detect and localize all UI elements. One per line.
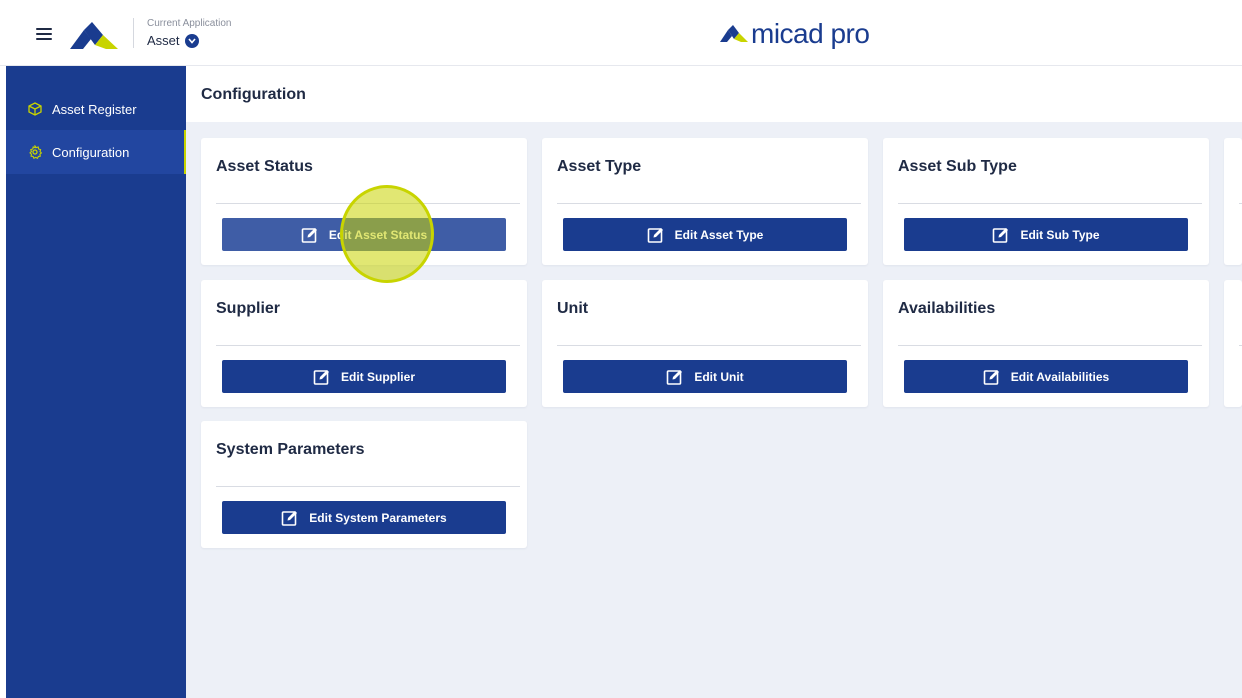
sidebar-item-configuration[interactable]: Configuration (6, 130, 186, 174)
card-partial (1224, 280, 1242, 407)
sidebar-item-label: Configuration (52, 144, 130, 160)
edit-supplier-button[interactable]: Edit Supplier (222, 360, 506, 393)
edit-system-parameters-button[interactable]: Edit System Parameters (222, 501, 506, 534)
button-label: Edit Supplier (340, 369, 415, 384)
current-application-label: Current Application (147, 18, 232, 29)
card-title: Unit (557, 300, 589, 317)
card-partial (1224, 138, 1242, 265)
edit-asset-type-button[interactable]: Edit Asset Type (563, 218, 847, 251)
header-divider (133, 18, 134, 48)
edit-icon (993, 227, 1009, 243)
button-label: Edit Sub Type (1020, 227, 1100, 242)
app-logo (70, 22, 118, 49)
sidebar-item-asset-register[interactable]: Asset Register (6, 87, 186, 131)
card-divider (557, 203, 861, 204)
edit-icon (983, 369, 999, 385)
cube-icon (28, 102, 42, 116)
page-title: Configuration (201, 86, 306, 103)
card-divider (557, 345, 861, 346)
button-label: Edit System Parameters (309, 510, 447, 525)
edit-unit-button[interactable]: Edit Unit (563, 360, 847, 393)
chevron-down-icon (184, 33, 199, 48)
gear-icon (29, 145, 42, 159)
card-unit: Unit Edit Unit (542, 280, 868, 407)
page-header: Configuration (186, 66, 1242, 122)
card-supplier: Supplier Edit Supplier (201, 280, 527, 407)
card-asset-sub-type: Asset Sub Type Edit Sub Type (883, 138, 1209, 265)
card-divider (216, 486, 520, 487)
edit-icon (647, 227, 663, 243)
card-title: System Parameters (216, 441, 365, 458)
brand-mark-icon (720, 25, 748, 42)
current-application-name: Asset (147, 33, 180, 48)
edit-asset-status-button[interactable]: Edit Asset Status (222, 218, 506, 251)
card-title: Asset Status (216, 158, 313, 175)
edit-sub-type-button[interactable]: Edit Sub Type (904, 218, 1188, 251)
card-title: Asset Sub Type (898, 158, 1017, 175)
sidebar: Asset Register Configuration (6, 66, 186, 698)
button-label: Edit Unit (694, 369, 744, 384)
card-divider (216, 345, 520, 346)
card-asset-status: Asset Status Edit Asset Status (201, 138, 527, 265)
brand-logo: micad pro (720, 18, 870, 49)
card-asset-type: Asset Type Edit Asset Type (542, 138, 868, 265)
edit-icon (313, 369, 329, 385)
card-system-parameters: System Parameters Edit System Parameters (201, 421, 527, 548)
sidebar-item-label: Asset Register (52, 101, 137, 117)
top-header: Current Application Asset micad pro (0, 0, 1242, 66)
edit-icon (301, 227, 317, 243)
main-content: Configuration Asset Status Edit Asset St… (186, 66, 1242, 698)
card-title: Asset Type (557, 158, 642, 175)
brand-name: micad pro (751, 18, 870, 49)
card-title: Availabilities (898, 300, 996, 317)
edit-availabilities-button[interactable]: Edit Availabilities (904, 360, 1188, 393)
button-label: Edit Asset Status (328, 227, 428, 242)
button-label: Edit Asset Type (674, 227, 764, 242)
hamburger-menu-icon[interactable] (36, 28, 52, 41)
application-switcher[interactable]: Asset (147, 33, 199, 48)
edit-icon (667, 369, 683, 385)
card-availabilities: Availabilities Edit Availabilities (883, 280, 1209, 407)
card-title: Supplier (216, 300, 281, 317)
card-divider (898, 203, 1202, 204)
card-divider (216, 203, 520, 204)
edit-icon (281, 510, 298, 526)
card-divider (898, 345, 1202, 346)
button-label: Edit Availabilities (1010, 369, 1110, 384)
